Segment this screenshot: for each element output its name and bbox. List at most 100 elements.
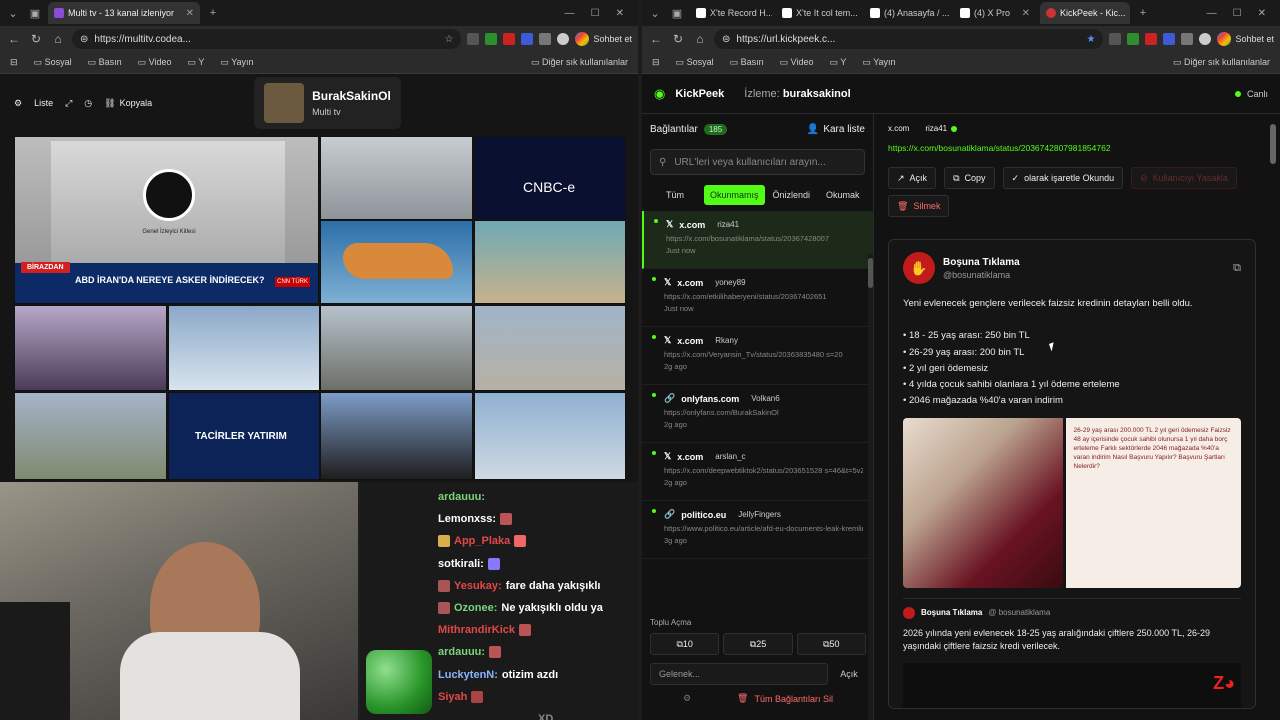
site-info-icon[interactable]: ⊜ xyxy=(722,34,730,45)
close-window-icon[interactable]: ✕ xyxy=(1258,8,1266,19)
open-button[interactable]: ↗ Açık xyxy=(888,167,937,189)
bookmark-folder[interactable]: ▭ Basın xyxy=(88,57,122,68)
other-favorites[interactable]: ▭ Diğer sık kullanılanlar xyxy=(1173,57,1270,68)
quoted-tweet[interactable]: Boşuna Tıklama @ bosunatiklama 2026 yılın… xyxy=(903,597,1241,708)
delete-all-button[interactable]: ⚙ 🗑 Tüm Bağlantıları Sil xyxy=(650,693,866,704)
delete-button[interactable]: 🗑 Silmek xyxy=(888,195,950,217)
filter-read[interactable]: Okumak xyxy=(826,190,860,200)
extension-icon[interactable] xyxy=(503,33,516,45)
close-tab-icon[interactable]: ✕ xyxy=(1022,8,1030,19)
channel-tile[interactable] xyxy=(474,305,626,391)
settings-gear-icon[interactable]: ⚙ xyxy=(14,98,22,109)
timer-icon[interactable]: ◷ xyxy=(84,98,92,109)
mark-read-button[interactable]: ✓ olarak işaretle Okundu xyxy=(1002,167,1124,189)
bookmark-folder[interactable]: ▭ Basın xyxy=(730,57,764,68)
channel-tile[interactable] xyxy=(320,305,473,391)
channel-tile-tacirler[interactable]: TACİRLER YATIRIM xyxy=(168,392,320,480)
channel-tile-weather-map[interactable] xyxy=(320,220,473,304)
bookmark-folder[interactable]: ▭ Yayın xyxy=(220,57,253,68)
favorite-star-icon[interactable]: ★ xyxy=(1087,34,1096,45)
back-icon[interactable]: ← xyxy=(648,32,664,46)
bookmark-folder[interactable]: ▭ Yayın xyxy=(862,57,895,68)
close-window-icon[interactable]: ✕ xyxy=(616,8,624,19)
channel-tile-cnbce[interactable]: CNBC-e xyxy=(474,136,626,220)
channel-profile-card[interactable]: BurakSakinOl Multi tv xyxy=(254,77,401,129)
extension-icon[interactable] xyxy=(1145,33,1158,45)
bookmark-folder[interactable]: ▭ Video xyxy=(138,57,172,68)
workspaces-icon[interactable]: ▣ xyxy=(26,4,44,22)
workspaces-icon[interactable]: ▣ xyxy=(668,4,686,22)
tweet-infographic[interactable]: 26-29 yaş arası 200.000 TL 2 yıl geri öd… xyxy=(1065,417,1241,588)
fullscreen-icon[interactable]: ⤢ xyxy=(65,98,72,109)
blacklist-button[interactable]: 👤 Kara liste xyxy=(807,124,865,135)
open-external-icon[interactable]: ⧉ xyxy=(1233,262,1241,275)
bookmark-folder[interactable]: ▭ Y xyxy=(829,57,846,68)
channel-tile[interactable] xyxy=(320,136,473,220)
favorites-icon[interactable]: ⊟ xyxy=(652,57,660,68)
page-scrollbar[interactable] xyxy=(1270,114,1276,714)
bookmark-folder[interactable]: ▭ Sosyal xyxy=(676,57,714,68)
ban-user-button[interactable]: ⊘ Kullanıcıyı Yasakla xyxy=(1131,167,1237,189)
favorite-star-icon[interactable]: ☆ xyxy=(445,34,454,45)
bookmark-folder[interactable]: ▭ Y xyxy=(187,57,204,68)
list-item[interactable]: 𝕏x.com Rkany https://x.com/Veryansin_Tv/s… xyxy=(642,327,873,385)
extension-icon[interactable] xyxy=(1181,33,1194,45)
tab-x[interactable]: (4) X Pro ✕ xyxy=(954,2,1036,24)
list-button[interactable]: Liste xyxy=(34,98,53,108)
filter-previewed[interactable]: Önizlendi xyxy=(773,190,811,200)
new-tab-icon[interactable]: + xyxy=(204,4,222,22)
reload-icon[interactable]: ↻ xyxy=(28,32,44,46)
copilot-chat-button[interactable]: Sohbet et xyxy=(1217,32,1274,46)
back-icon[interactable]: ← xyxy=(6,32,22,46)
open-25-button[interactable]: ⧉ 25 xyxy=(723,633,793,655)
site-info-icon[interactable]: ⊜ xyxy=(80,34,88,45)
minimize-icon[interactable]: — xyxy=(565,8,575,19)
open-10-button[interactable]: ⧉ 10 xyxy=(650,633,720,655)
minimize-icon[interactable]: — xyxy=(1207,8,1217,19)
copy-button[interactable]: ⛓ Kopyala xyxy=(104,98,152,109)
list-item[interactable]: 𝕏x.com riza41 https://x.com/bosunatiklama… xyxy=(642,211,873,269)
close-tab-icon[interactable]: ✕ xyxy=(186,8,194,19)
maximize-icon[interactable]: ☐ xyxy=(1233,8,1242,19)
extension-icon[interactable] xyxy=(1163,33,1176,45)
detail-link[interactable]: https://x.com/bosunatiklama/status/20367… xyxy=(888,143,1256,153)
channel-tile[interactable] xyxy=(320,392,473,480)
channel-tile-series[interactable] xyxy=(474,220,626,304)
maximize-icon[interactable]: ☐ xyxy=(591,8,600,19)
tab-kickpeek[interactable]: KickPeek - Kic...✕ xyxy=(1040,2,1130,24)
channel-tile[interactable] xyxy=(14,392,167,480)
tab-actions-icon[interactable]: ⌄ xyxy=(4,4,22,22)
extension-icon[interactable] xyxy=(467,33,480,45)
reload-icon[interactable]: ↻ xyxy=(670,32,686,46)
other-favorites[interactable]: ▭ Diğer sık kullanılanlar xyxy=(531,57,628,68)
channel-tile[interactable] xyxy=(14,305,167,391)
goto-open-button[interactable]: Açık xyxy=(832,663,866,685)
list-item[interactable]: 🔗 onlyfans.com Volkan6 https://onlyfans.co… xyxy=(642,385,873,443)
profile-avatar[interactable] xyxy=(557,33,570,45)
extension-icon[interactable] xyxy=(1127,33,1140,45)
settings-icon[interactable]: ⚙ xyxy=(683,693,691,704)
favorites-icon[interactable]: ⊟ xyxy=(10,57,18,68)
list-item[interactable]: 🔗 politico.eu JellyFingers https://www.pol… xyxy=(642,501,873,559)
new-tab-icon[interactable]: + xyxy=(1134,4,1152,22)
channel-tile-cnn[interactable]: Genel İzleyici Kitlesi BİRAZDAN ABD İRAN… xyxy=(14,136,319,304)
filter-unread[interactable]: Okunmamış xyxy=(704,185,765,205)
copy-button[interactable]: ⧉ Copy xyxy=(944,167,995,189)
home-icon[interactable]: ⌂ xyxy=(50,32,66,46)
url-field[interactable]: ⊜ https://url.kickpeek.c... ★ xyxy=(714,29,1104,49)
tab-multitv[interactable]: Multi tv - 13 kanal izleniyor ✕ xyxy=(48,2,200,24)
scrollbar-thumb[interactable] xyxy=(1270,124,1276,164)
list-item[interactable]: 𝕏x.com arslan_c https://x.com/deepwebtikt… xyxy=(642,443,873,501)
extension-icon[interactable] xyxy=(539,33,552,45)
extension-icon[interactable] xyxy=(1109,33,1122,45)
copilot-chat-button[interactable]: Sohbet et xyxy=(575,32,632,46)
filter-all[interactable]: Tüm xyxy=(666,190,684,200)
bookmark-folder[interactable]: ▭ Video xyxy=(780,57,814,68)
profile-avatar[interactable] xyxy=(1199,33,1212,45)
search-input[interactable]: ⚲ URL'leri veya kullanıcıları arayın... xyxy=(650,149,865,175)
tab-x[interactable]: X'te It col tem...✕ xyxy=(776,2,860,24)
goto-input[interactable]: Gelenek... xyxy=(650,663,828,685)
channel-tile[interactable] xyxy=(168,305,320,391)
url-field[interactable]: ⊜ https://multitv.codea... ☆ xyxy=(72,29,462,49)
extension-icon[interactable] xyxy=(521,33,534,45)
